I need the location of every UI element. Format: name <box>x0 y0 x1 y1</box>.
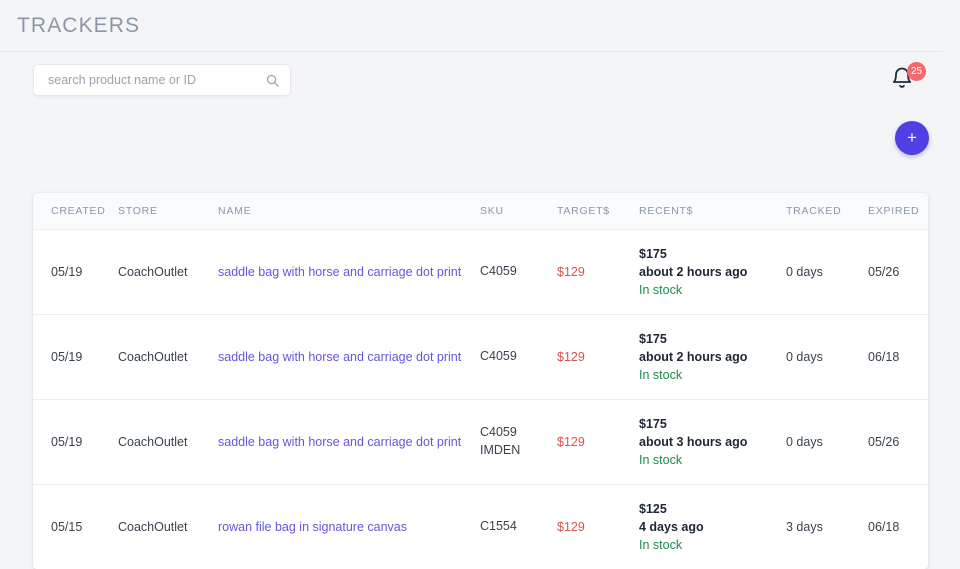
stock-status: In stock <box>639 368 683 383</box>
table-header: CREATED STORE NAME SKU TARGET$ RECENT$ T… <box>33 193 928 230</box>
cell-recent: $175 about 3 hours ago In stock <box>639 399 786 485</box>
table-row[interactable]: 05/19 CoachOutlet saddle bag with horse … <box>33 229 928 315</box>
cell-expired: 05/26 <box>868 229 928 315</box>
search-icon[interactable] <box>265 73 280 88</box>
cell-sku: C4059 <box>480 314 557 400</box>
table-row[interactable]: 05/15 CoachOutlet rowan file bag in sign… <box>33 485 928 569</box>
sku-line-1: C1554 <box>480 519 517 534</box>
cell-expired: 06/18 <box>868 314 928 400</box>
cell-tracked: 0 days <box>786 229 868 315</box>
cell-sku: C1554 <box>480 485 557 569</box>
table-row[interactable]: 05/19 CoachOutlet saddle bag with horse … <box>33 314 928 400</box>
cell-name: saddle bag with horse and carriage dot p… <box>218 229 480 315</box>
page-title: TRACKERS <box>17 13 141 37</box>
recent-time: about 2 hours ago <box>639 264 748 279</box>
cell-created: 05/19 <box>33 229 118 315</box>
cell-name: saddle bag with horse and carriage dot p… <box>218 399 480 485</box>
column-header-name[interactable]: NAME <box>218 193 480 230</box>
recent-time: about 3 hours ago <box>639 434 748 449</box>
recent-price: $175 <box>639 416 667 431</box>
cell-created: 05/19 <box>33 399 118 485</box>
stock-status: In stock <box>639 453 683 468</box>
recent-price: $175 <box>639 331 667 346</box>
page-header: TRACKERS <box>0 0 943 52</box>
product-name-link[interactable]: saddle bag with horse and carriage dot p… <box>218 435 461 449</box>
target-price: $129 <box>557 520 585 534</box>
target-price: $129 <box>557 265 585 279</box>
cell-name: rowan file bag in signature canvas <box>218 485 480 569</box>
recent-price: $175 <box>639 246 667 261</box>
cell-tracked: 0 days <box>786 399 868 485</box>
column-header-sku[interactable]: SKU <box>480 193 557 230</box>
notification-badge: 25 <box>907 62 926 81</box>
stock-status: In stock <box>639 283 683 298</box>
cell-store: CoachOutlet <box>118 399 218 485</box>
product-name-link[interactable]: rowan file bag in signature canvas <box>218 520 407 534</box>
toolbar: 25 + <box>0 52 960 156</box>
column-header-tracked[interactable]: TRACKED <box>786 193 868 230</box>
trackers-table: CREATED STORE NAME SKU TARGET$ RECENT$ T… <box>33 193 928 569</box>
column-header-store[interactable]: STORE <box>118 193 218 230</box>
table-header-row: CREATED STORE NAME SKU TARGET$ RECENT$ T… <box>33 193 928 230</box>
column-header-target[interactable]: TARGET$ <box>557 193 639 230</box>
stock-status: In stock <box>639 538 683 553</box>
column-header-recent[interactable]: RECENT$ <box>639 193 786 230</box>
recent-price: $125 <box>639 501 667 516</box>
cell-target: $129 <box>557 229 639 315</box>
trackers-table-card: CREATED STORE NAME SKU TARGET$ RECENT$ T… <box>33 193 928 569</box>
target-price: $129 <box>557 350 585 364</box>
cell-recent: $175 about 2 hours ago In stock <box>639 314 786 400</box>
target-price: $129 <box>557 435 585 449</box>
cell-created: 05/15 <box>51 520 83 534</box>
cell-store: CoachOutlet <box>118 314 218 400</box>
table-row[interactable]: 05/19 CoachOutlet saddle bag with horse … <box>33 399 928 485</box>
product-name-link[interactable]: saddle bag with horse and carriage dot p… <box>218 350 461 364</box>
cell-target: $129 <box>557 485 639 569</box>
cell-store: CoachOutlet <box>118 229 218 315</box>
cell-store: CoachOutlet <box>118 520 188 534</box>
recent-time: 4 days ago <box>639 519 704 534</box>
sku-line-1: C4059 <box>480 264 517 279</box>
cell-target: $129 <box>557 314 639 400</box>
cell-expired: 05/26 <box>868 399 928 485</box>
cell-created: 05/19 <box>33 314 118 400</box>
add-tracker-button[interactable]: + <box>895 121 929 155</box>
sku-line-2: IMDEN <box>480 443 521 457</box>
cell-tracked: 3 days <box>786 520 823 534</box>
column-header-expired[interactable]: EXPIRED <box>868 193 928 230</box>
table-body: 05/19 CoachOutlet saddle bag with horse … <box>33 229 928 569</box>
search-input[interactable] <box>46 72 265 88</box>
product-name-link[interactable]: saddle bag with horse and carriage dot p… <box>218 265 461 279</box>
cell-target: $129 <box>557 399 639 485</box>
recent-time: about 2 hours ago <box>639 349 748 364</box>
cell-recent: $175 about 2 hours ago In stock <box>639 229 786 315</box>
cell-sku: C4059 IMDEN <box>480 399 557 485</box>
cell-name: saddle bag with horse and carriage dot p… <box>218 314 480 400</box>
cell-recent: $125 4 days ago In stock <box>639 485 786 569</box>
cell-sku: C4059 <box>480 229 557 315</box>
sku-line-1: C4059 <box>480 349 517 364</box>
column-header-created[interactable]: CREATED <box>33 193 118 230</box>
cell-tracked: 0 days <box>786 314 868 400</box>
notifications[interactable]: 25 <box>890 62 926 96</box>
search-box[interactable] <box>33 64 291 96</box>
cell-expired: 06/18 <box>868 520 900 534</box>
sku-line-1: C4059 <box>480 425 517 440</box>
